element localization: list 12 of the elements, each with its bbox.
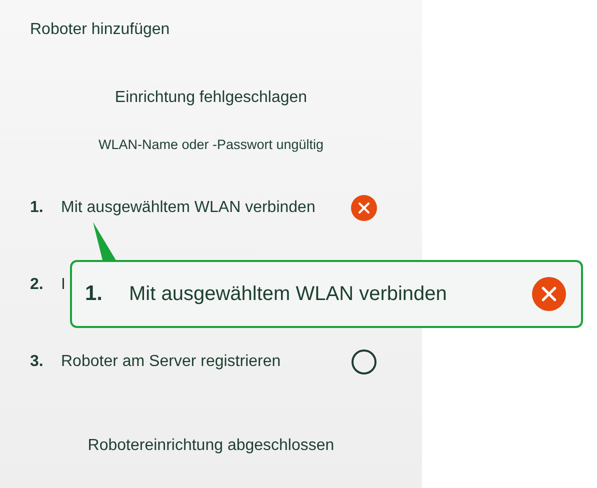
step-label: Mit ausgewähltem WLAN verbinden xyxy=(129,282,448,306)
step-number: 1. xyxy=(85,282,104,306)
step-label: Roboter am Server registrieren xyxy=(61,353,281,371)
step-number: 3. xyxy=(30,353,44,371)
step-label: Mit ausgewähltem WLAN verbinden xyxy=(61,199,316,217)
step-label: I xyxy=(61,276,66,294)
completion-text: Robotereinrichtung abgeschlossen xyxy=(88,436,334,456)
step-number: 1. xyxy=(30,199,44,217)
page-title: Roboter hinzufügen xyxy=(30,20,170,40)
status-heading: Einrichtung fehlgeschlagen xyxy=(114,88,308,108)
step-number: 2. xyxy=(30,276,44,294)
error-message: WLAN-Name oder -Passwort ungültig xyxy=(98,136,324,154)
